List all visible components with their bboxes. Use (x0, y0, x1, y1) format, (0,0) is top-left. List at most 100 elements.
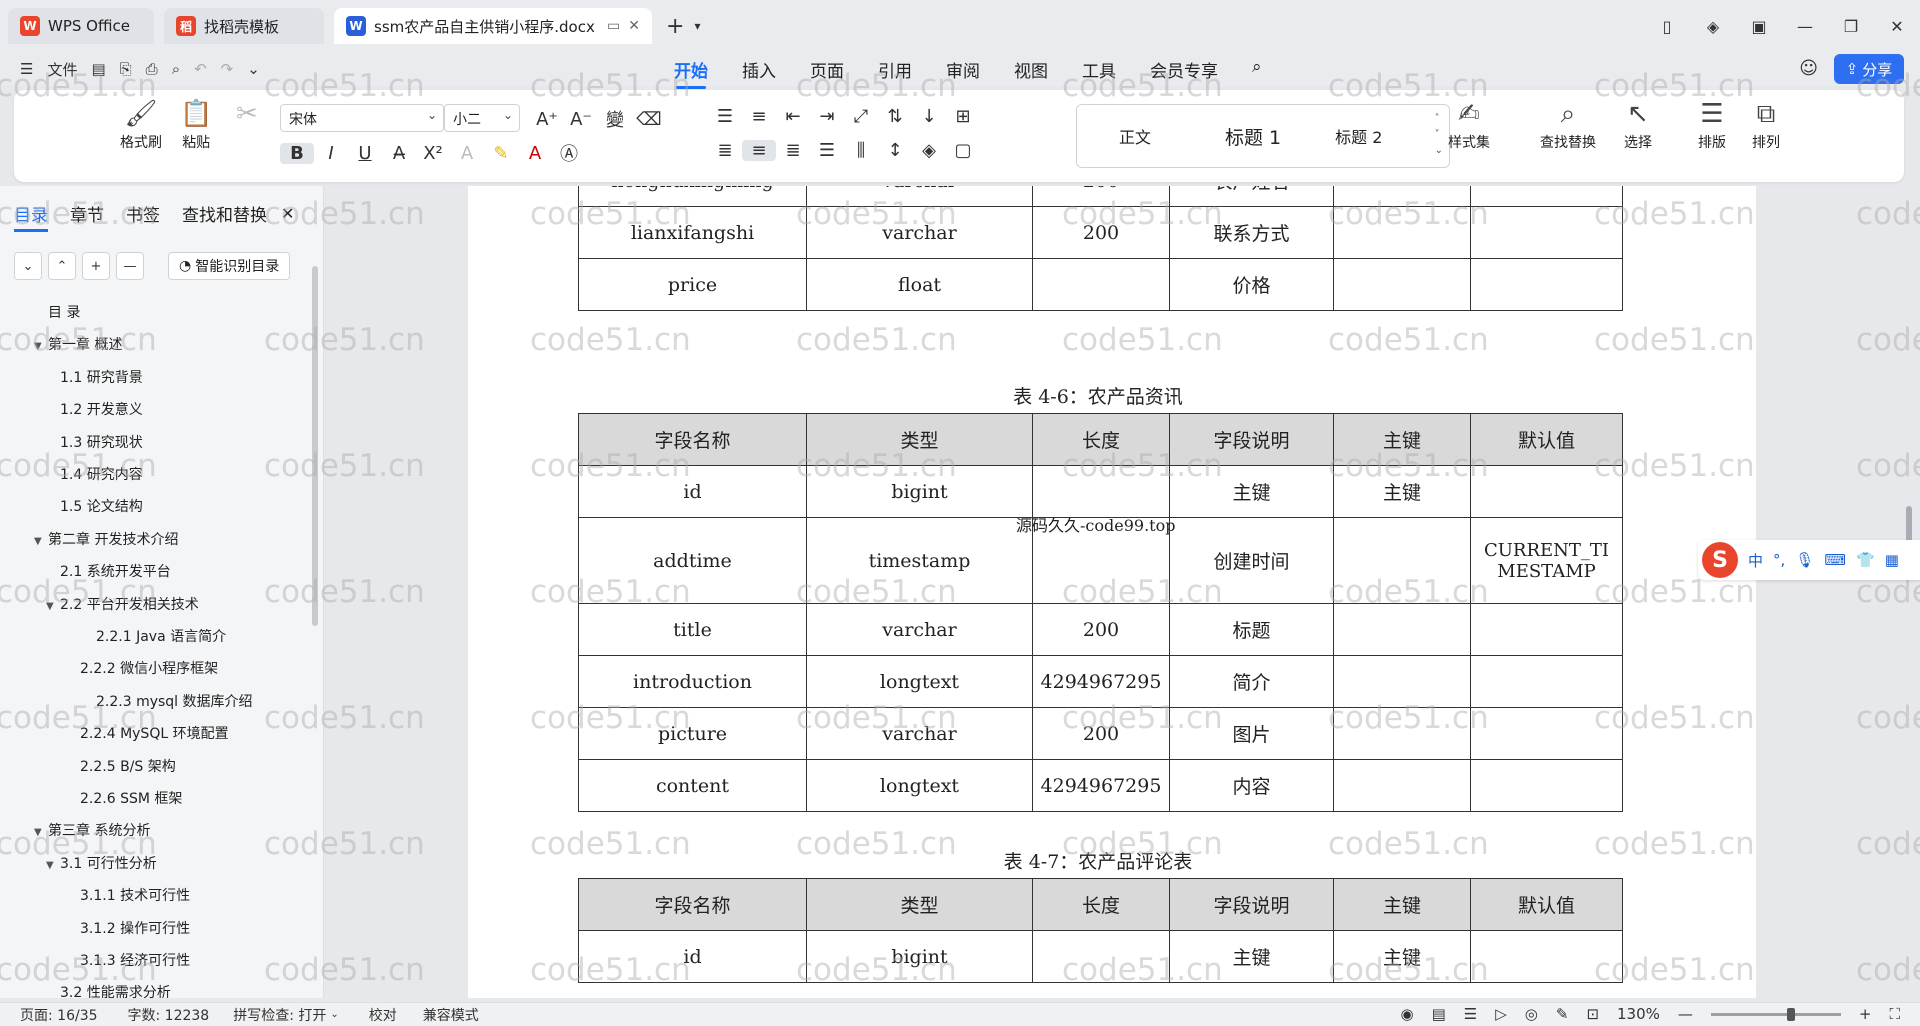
sort-az-icon[interactable]: ↓ (912, 106, 946, 127)
tab-review[interactable]: 审阅 (946, 57, 980, 82)
new-tab-icon[interactable]: + (666, 14, 684, 39)
toc-item[interactable]: ▼ 第一章 概述 (34, 334, 122, 354)
close-tab-icon[interactable]: ✕ (628, 18, 640, 34)
spell-check-status[interactable]: 拼写检查: 打开 (233, 1005, 326, 1025)
play-icon[interactable]: ▷ (1495, 1005, 1507, 1023)
toc-item[interactable]: 1.5 论文结构 (60, 496, 143, 516)
zoom-level[interactable]: 130% (1617, 1005, 1660, 1023)
print-icon[interactable]: ⎙ (146, 60, 158, 78)
clear-format-icon[interactable]: ⌫ (632, 109, 666, 130)
toc-item[interactable]: 1.1 研究背景 (60, 367, 143, 387)
justify-icon[interactable]: ☰ (810, 140, 844, 161)
page-view-icon[interactable]: ▤ (1432, 1005, 1446, 1023)
toc-item[interactable]: 3.1.2 操作可行性 (80, 918, 190, 938)
ime-punct[interactable]: °, (1773, 551, 1785, 569)
cube-icon[interactable]: ◈ (1690, 17, 1736, 36)
tab-insert[interactable]: 插入 (742, 57, 776, 82)
increase-indent-icon[interactable]: ⇥ (810, 106, 844, 127)
share-button[interactable]: ⇪ 分享 (1834, 54, 1904, 84)
cut-button[interactable]: ✂ (236, 96, 258, 132)
arrange-button[interactable]: ⧉ 排列 (1752, 96, 1780, 152)
screen-icon[interactable]: ▭ (607, 18, 620, 34)
toc-item[interactable]: 1.2 开发意义 (60, 399, 143, 419)
style-heading-1[interactable]: 标题 1 (1225, 123, 1281, 150)
grid-icon[interactable]: ▦ (1885, 551, 1899, 569)
avatar[interactable]: ▣ (1736, 17, 1782, 36)
borders-icon[interactable]: ▢ (946, 140, 980, 161)
preview-icon[interactable]: ⌕ (172, 60, 180, 78)
tab-document[interactable]: W ssm农产品自主供销小程序.docx ▭ ✕ (334, 8, 652, 44)
tab-page[interactable]: 页面 (810, 57, 844, 82)
expand-caret-icon[interactable]: ▼ (46, 601, 60, 612)
underline-icon[interactable]: U (348, 143, 382, 164)
fit-icon[interactable]: ⊡ (1586, 1005, 1599, 1023)
toc-item[interactable]: 2.1 系统开发平台 (60, 561, 171, 581)
italic-icon[interactable]: I (314, 143, 348, 164)
toc-item[interactable]: 2.2.5 B/S 架构 (80, 756, 176, 776)
expand-caret-icon[interactable]: ▼ (34, 341, 48, 352)
decrease-indent-icon[interactable]: ⇤ (776, 106, 810, 127)
microphone-icon[interactable]: 🎙 (1795, 551, 1814, 569)
chevron-down-icon[interactable]: ▾ (694, 19, 700, 33)
fullscreen-icon[interactable]: ⛶ (1889, 1005, 1900, 1023)
outline-view-icon[interactable]: ☰ (1464, 1005, 1477, 1023)
align-right-icon[interactable]: ≣ (776, 140, 810, 161)
toc-item[interactable]: ▼ 2.2 平台开发相关技术 (46, 594, 199, 614)
toc-item[interactable]: ▼ 第三章 系统分析 (34, 820, 150, 840)
style-heading-2[interactable]: 标题 2 (1335, 124, 1382, 148)
undo-icon[interactable]: ↶ (194, 60, 207, 78)
font-size-select[interactable]: 小二 ⌄ (444, 104, 520, 132)
zoom-in-icon[interactable]: + (1859, 1005, 1872, 1023)
chevron-down-icon[interactable]: ⌄ (330, 1009, 338, 1020)
search-icon[interactable]: ⌕ (1252, 57, 1262, 82)
add-icon[interactable]: + (82, 252, 110, 280)
align-left-icon[interactable]: ≣ (708, 140, 742, 161)
font-name-select[interactable]: 宋体 ⌄ (280, 104, 444, 132)
toc-item[interactable]: ▼ 第二章 开发技术介绍 (34, 529, 178, 549)
select-button[interactable]: ↖ 选择 (1624, 96, 1652, 152)
expand-up-icon[interactable]: ⌃ (48, 252, 76, 280)
toc-item[interactable]: 3.1.3 经济可行性 (80, 950, 190, 970)
line-spacing-icon[interactable]: ↕ (878, 140, 912, 161)
skin-icon[interactable]: 👕 (1856, 551, 1875, 569)
toc-item[interactable]: 3.1.1 技术可行性 (80, 885, 190, 905)
zoom-out-icon[interactable]: — (1678, 1005, 1693, 1023)
layout-button[interactable]: ☰ 排版 (1698, 96, 1726, 152)
keyboard-icon[interactable]: ⌨ (1824, 551, 1846, 569)
bold-icon[interactable]: B (280, 142, 314, 164)
save-icon[interactable]: ▤ (91, 60, 105, 78)
toc-item[interactable]: 2.2.2 微信小程序框架 (80, 658, 218, 678)
format-painter-button[interactable]: 🖌 格式刷 (120, 96, 162, 152)
find-replace-button[interactable]: ⌕ 查找替换 (1540, 96, 1596, 152)
text-effect-icon[interactable]: A (450, 143, 484, 164)
web-view-icon[interactable]: ◎ (1525, 1005, 1538, 1023)
tab-view[interactable]: 视图 (1014, 57, 1048, 82)
remove-icon[interactable]: — (116, 252, 144, 280)
collapse-icon[interactable]: ⌄ (14, 252, 42, 280)
pen-icon[interactable]: ✎ (1556, 1005, 1569, 1023)
tab-tools[interactable]: 工具 (1082, 57, 1116, 82)
sogou-logo-icon[interactable]: S (1702, 542, 1738, 578)
restore-icon[interactable]: ❐ (1828, 17, 1874, 36)
toc-item[interactable]: 目 录 (48, 302, 80, 322)
toc-item[interactable]: 2.2.1 Java 语言简介 (96, 626, 226, 646)
expand-caret-icon[interactable]: ▼ (34, 536, 48, 547)
nav-tab-bookmarks[interactable]: 书签 (126, 201, 160, 226)
superscript-icon[interactable]: X² (416, 143, 450, 164)
distribute-icon[interactable]: ⫼ (844, 140, 878, 161)
text-direction-icon[interactable]: ⤢ (844, 106, 878, 127)
hamburger-icon[interactable]: ☰ (20, 60, 33, 78)
tab-reference[interactable]: 引用 (878, 57, 912, 82)
tab-start[interactable]: 开始 (674, 57, 708, 89)
zoom-slider[interactable] (1710, 1007, 1841, 1021)
expand-caret-icon[interactable]: ▼ (46, 860, 60, 871)
panel-icon[interactable]: ▯ (1644, 17, 1690, 36)
numbered-list-icon[interactable]: ≡ (742, 106, 776, 127)
nav-tab-find[interactable]: 查找和替换 (182, 201, 267, 226)
tab-member[interactable]: 会员专享 (1150, 57, 1218, 82)
char-shading-icon[interactable]: Ⓐ (552, 140, 586, 166)
table-border-icon[interactable]: ⊞ (946, 106, 980, 127)
tab-wps-office[interactable]: W WPS Office (8, 8, 154, 44)
bullet-list-icon[interactable]: ☰ (708, 106, 742, 127)
nav-tab-toc[interactable]: 目录 (14, 201, 48, 232)
